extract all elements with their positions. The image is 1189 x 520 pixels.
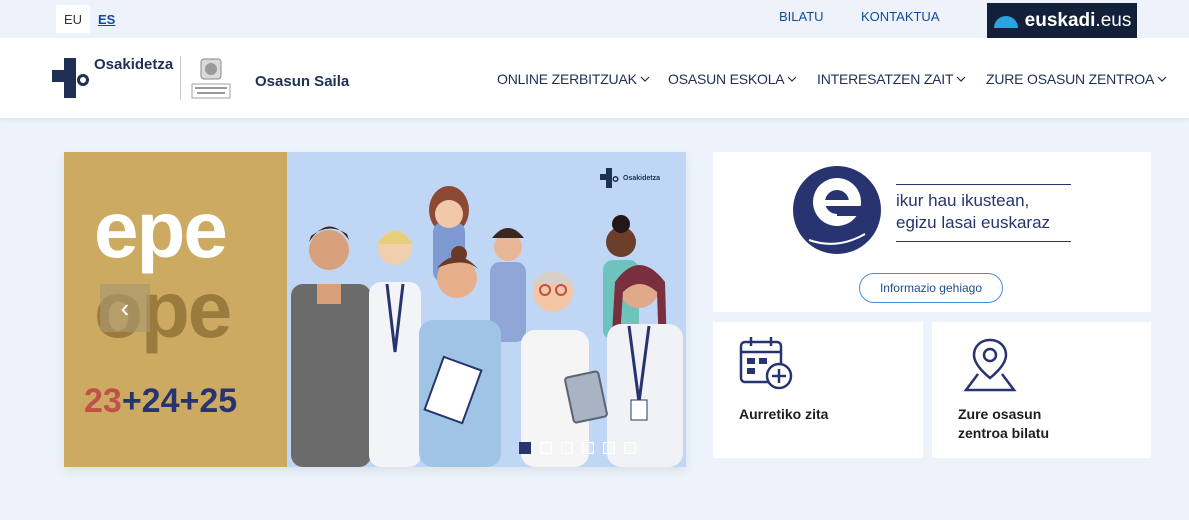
euskaraz-rule-bottom: [896, 241, 1071, 242]
hero-title-epe: epe: [94, 185, 228, 274]
nav-interesatzen-zait[interactable]: INTERESATZEN ZAIT: [817, 71, 966, 87]
euskadi-wordmark: euskadi: [1024, 10, 1096, 31]
euskadi-suffix: .eus: [1095, 10, 1132, 31]
healthcare-workers-illustration: [291, 186, 683, 467]
find-center-label-line-1: Zure osasun: [958, 406, 1042, 422]
chevron-down-icon: [788, 76, 797, 82]
euskaraz-line-2: egizu lasai euskaraz: [896, 213, 1051, 232]
nav-label: ONLINE ZERBITZUAK: [497, 71, 637, 87]
osakidetza-small-logo-icon: [600, 168, 619, 188]
carousel-dot-4[interactable]: [582, 442, 594, 454]
euskaraz-card: ikur hau ikustean, egizu lasai euskaraz …: [713, 152, 1151, 312]
nav-osasun-eskola[interactable]: OSASUN ESKOLA: [668, 71, 797, 87]
hero-brand-text: Osakidetza: [623, 174, 660, 182]
osakidetza-logo-icon[interactable]: [50, 56, 90, 100]
hero-illustration-panel: Osakidetza: [287, 152, 686, 467]
top-utility-bar: EU ES BILATU KONTAKTUA euskadi .eus: [0, 0, 1189, 39]
euskadi-portal-link[interactable]: euskadi .eus: [987, 3, 1137, 39]
chevron-down-icon: [956, 76, 966, 82]
carousel-dot-3[interactable]: [561, 442, 573, 454]
logo-divider: [180, 56, 181, 100]
euskaraz-e-logo-icon: [793, 166, 881, 254]
nav-label: INTERESATZEN ZAIT: [817, 71, 954, 87]
chevron-down-icon: [1157, 76, 1167, 82]
appointment-label: Aurretiko zita: [739, 406, 829, 422]
carousel-dot-2[interactable]: [540, 442, 552, 454]
carousel-dot-6[interactable]: [624, 442, 636, 454]
hero-epe-panel: epe ope ‹ 23+24+25: [64, 152, 287, 467]
carousel-pagination: [519, 442, 636, 454]
language-es[interactable]: ES: [98, 5, 115, 33]
map-pin-icon: [963, 338, 1017, 392]
euskadi-arc-icon: [993, 15, 1018, 28]
basque-government-seal-icon: [191, 58, 231, 99]
more-info-button[interactable]: Informazio gehiago: [859, 273, 1003, 303]
hero-carousel[interactable]: epe ope ‹ 23+24+25 Osakidetza: [64, 152, 686, 467]
main-header: Osakidetza Osasun Saila ONLINE ZERBITZUA…: [0, 38, 1189, 118]
carousel-dot-5[interactable]: [603, 442, 615, 454]
language-eu[interactable]: EU: [56, 5, 90, 33]
nav-zure-osasun-zentroa[interactable]: ZURE OSASUN ZENTROA: [986, 71, 1167, 87]
nav-online-zerbitzuak[interactable]: ONLINE ZERBITZUAK: [497, 71, 650, 87]
hero-years-rest: +24+25: [121, 382, 238, 420]
euskaraz-rule-top: [896, 184, 1071, 185]
nav-label: ZURE OSASUN ZENTROA: [986, 71, 1155, 87]
nav-label: OSASUN ESKOLA: [668, 71, 785, 87]
carousel-dot-1[interactable]: [519, 442, 531, 454]
find-center-card[interactable]: Zure osasun zentroa bilatu: [932, 322, 1151, 458]
department-name: Osasun Saila: [255, 73, 350, 90]
chevron-down-icon: [640, 76, 650, 82]
calendar-add-icon: [739, 337, 793, 390]
search-link[interactable]: BILATU: [779, 9, 824, 24]
chevron-left-icon: ‹: [120, 292, 130, 323]
find-center-label-line-2: zentroa bilatu: [958, 425, 1050, 441]
contact-link[interactable]: KONTAKTUA: [861, 9, 940, 24]
euskaraz-line-1: ikur hau ikustean,: [896, 191, 1030, 210]
appointment-card[interactable]: Aurretiko zita: [713, 322, 923, 458]
carousel-prev-button[interactable]: ‹: [100, 284, 150, 332]
hero-years: 23+24+25: [84, 382, 237, 421]
brand-name: Osakidetza: [94, 56, 174, 73]
find-center-label: Zure osasun zentroa bilatu: [958, 405, 1049, 443]
hero-year-first: 23: [84, 382, 122, 420]
euskaraz-message: ikur hau ikustean, egizu lasai euskaraz: [896, 190, 1050, 234]
hero-brand-mark: Osakidetza: [599, 167, 660, 189]
